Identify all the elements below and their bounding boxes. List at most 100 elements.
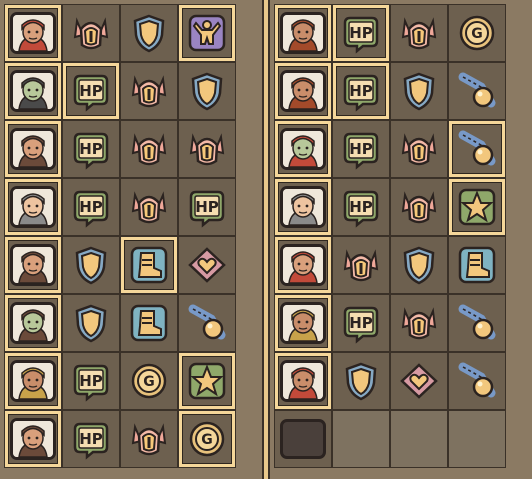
horned-helmet-icon[interactable] xyxy=(397,185,441,229)
left-item-slot[interactable] xyxy=(62,4,120,62)
right-hero-slot[interactable] xyxy=(274,178,332,236)
blonde-hooded-mage-portrait[interactable] xyxy=(280,244,326,286)
empty-item-slot[interactable] xyxy=(332,410,390,468)
comet-icon[interactable] xyxy=(455,359,499,403)
right-item-slot[interactable] xyxy=(448,178,506,236)
empty-item-slot[interactable] xyxy=(448,410,506,468)
horned-helmet-icon[interactable] xyxy=(127,417,171,461)
right-hero-slot[interactable] xyxy=(274,62,332,120)
horned-helmet-icon[interactable] xyxy=(397,301,441,345)
boot-icon[interactable] xyxy=(127,301,171,345)
right-hero-slot[interactable] xyxy=(274,352,332,410)
shield-icon[interactable] xyxy=(69,243,113,287)
shield-icon[interactable] xyxy=(397,243,441,287)
comet-icon[interactable] xyxy=(455,301,499,345)
comet-icon[interactable] xyxy=(455,127,499,171)
right-item-slot[interactable] xyxy=(390,294,448,352)
strength-figure-icon[interactable] xyxy=(185,11,229,55)
right-item-slot[interactable] xyxy=(390,120,448,178)
hp-potion-icon[interactable]: HP xyxy=(185,185,229,229)
hp-potion-icon[interactable]: HP xyxy=(69,359,113,403)
right-item-slot[interactable] xyxy=(448,294,506,352)
hp-potion-icon[interactable]: HP xyxy=(339,11,383,55)
hp-potion-icon[interactable]: HP xyxy=(339,185,383,229)
left-hero-slot[interactable] xyxy=(4,120,62,178)
left-item-slot[interactable] xyxy=(178,4,236,62)
left-item-slot[interactable] xyxy=(120,236,178,294)
bandana-fighter-portrait[interactable] xyxy=(280,302,326,344)
right-item-slot[interactable]: HP xyxy=(332,178,390,236)
left-item-slot[interactable]: HP xyxy=(62,352,120,410)
hp-potion-icon[interactable]: HP xyxy=(69,185,113,229)
right-hero-slot[interactable] xyxy=(274,294,332,352)
left-item-slot[interactable]: HP xyxy=(178,178,236,236)
hp-potion-icon[interactable]: HP xyxy=(339,127,383,171)
left-hero-slot[interactable] xyxy=(4,236,62,294)
shield-icon[interactable] xyxy=(339,359,383,403)
left-item-slot[interactable]: HP xyxy=(62,120,120,178)
right-item-slot[interactable] xyxy=(390,178,448,236)
left-item-slot[interactable] xyxy=(120,178,178,236)
left-item-slot[interactable] xyxy=(120,62,178,120)
horned-helmet-icon[interactable] xyxy=(185,127,229,171)
left-item-slot[interactable] xyxy=(120,120,178,178)
left-item-slot[interactable] xyxy=(178,62,236,120)
green-hood-warrior-portrait[interactable] xyxy=(10,12,56,54)
hooded-ranger-portrait[interactable] xyxy=(10,244,56,286)
right-item-slot[interactable] xyxy=(448,236,506,294)
left-item-slot[interactable] xyxy=(120,4,178,62)
shield-icon[interactable] xyxy=(185,69,229,113)
right-item-slot[interactable] xyxy=(448,62,506,120)
left-item-slot[interactable] xyxy=(178,120,236,178)
left-item-slot[interactable] xyxy=(62,294,120,352)
right-item-slot[interactable] xyxy=(448,352,506,410)
star-icon[interactable] xyxy=(455,185,499,229)
hp-potion-icon[interactable]: HP xyxy=(69,127,113,171)
left-item-slot[interactable] xyxy=(178,236,236,294)
left-hero-slot[interactable] xyxy=(4,178,62,236)
boot-icon[interactable] xyxy=(455,243,499,287)
heart-gem-icon[interactable] xyxy=(397,359,441,403)
right-item-slot[interactable] xyxy=(332,236,390,294)
left-item-slot[interactable] xyxy=(178,352,236,410)
comet-icon[interactable] xyxy=(185,301,229,345)
orc-warrior-portrait[interactable] xyxy=(10,418,56,460)
empty-item-slot[interactable] xyxy=(390,410,448,468)
left-item-slot[interactable]: HP xyxy=(62,410,120,468)
right-item-slot[interactable] xyxy=(448,120,506,178)
left-hero-slot[interactable] xyxy=(4,410,62,468)
empty-hero-slot[interactable] xyxy=(280,419,326,459)
horned-helmet-icon[interactable] xyxy=(397,127,441,171)
bearded-old-dwarf-portrait[interactable] xyxy=(280,12,326,54)
horned-helmet-icon[interactable] xyxy=(127,127,171,171)
visored-knight-portrait[interactable] xyxy=(10,70,56,112)
hp-potion-icon[interactable]: HP xyxy=(69,417,113,461)
left-item-slot[interactable]: HP xyxy=(62,62,120,120)
heart-gem-icon[interactable] xyxy=(185,243,229,287)
shield-icon[interactable] xyxy=(397,69,441,113)
hp-potion-icon[interactable]: HP xyxy=(339,301,383,345)
shield-icon[interactable] xyxy=(69,301,113,345)
left-item-slot[interactable]: HP xyxy=(62,178,120,236)
horned-helmet-icon[interactable] xyxy=(127,185,171,229)
shield-icon[interactable] xyxy=(127,11,171,55)
right-item-slot[interactable] xyxy=(390,236,448,294)
left-item-slot[interactable]: G xyxy=(178,410,236,468)
right-item-slot[interactable]: HP xyxy=(332,294,390,352)
red-hair-maiden-portrait[interactable] xyxy=(280,186,326,228)
horned-helmet-icon[interactable] xyxy=(397,11,441,55)
left-hero-slot[interactable] xyxy=(4,294,62,352)
gold-coin-icon[interactable]: G xyxy=(127,359,171,403)
helmet-dwarf-portrait[interactable] xyxy=(10,186,56,228)
left-item-slot[interactable] xyxy=(178,294,236,352)
right-item-slot[interactable] xyxy=(390,4,448,62)
right-item-slot[interactable]: HP xyxy=(332,4,390,62)
right-item-slot[interactable]: HP xyxy=(332,62,390,120)
right-item-slot[interactable]: G xyxy=(448,4,506,62)
right-item-slot[interactable]: HP xyxy=(332,120,390,178)
gold-coin-icon[interactable]: G xyxy=(185,417,229,461)
long-beard-elder-portrait[interactable] xyxy=(280,128,326,170)
right-item-slot[interactable] xyxy=(390,352,448,410)
horned-helmet-icon[interactable] xyxy=(339,243,383,287)
gold-coin-icon[interactable]: G xyxy=(455,11,499,55)
